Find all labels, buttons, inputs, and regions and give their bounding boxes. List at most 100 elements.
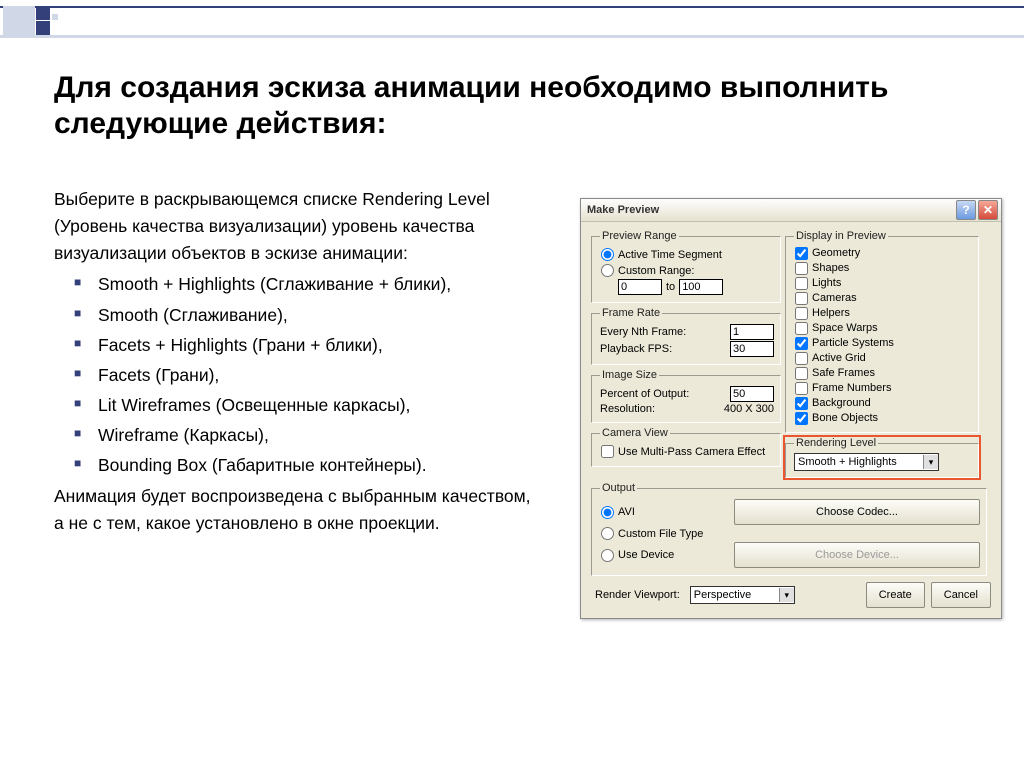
display-item: Helpers: [794, 306, 972, 321]
display-group: Display in Preview GeometryShapesLightsC…: [785, 230, 979, 433]
image-size-legend: Image Size: [600, 369, 659, 381]
intro-text: Выберите в раскрывающемся списке Renderi…: [54, 189, 490, 263]
display-item-label: Space Warps: [812, 321, 878, 336]
avi-label: AVI: [618, 506, 635, 518]
display-item: Space Warps: [794, 321, 972, 336]
display-item-label: Shapes: [812, 261, 849, 276]
display-item: Active Grid: [794, 351, 972, 366]
image-size-group: Image Size Percent of Output: Resolution…: [591, 369, 781, 423]
fps-input[interactable]: [730, 341, 774, 357]
camera-view-legend: Camera View: [600, 427, 670, 439]
display-checkbox[interactable]: [795, 397, 808, 410]
display-item-label: Particle Systems: [812, 336, 894, 351]
bullet-list: Smooth + Highlights (Сглаживание + блики…: [54, 271, 544, 479]
display-item-label: Background: [812, 396, 871, 411]
display-checkbox[interactable]: [795, 307, 808, 320]
bullet-item: Smooth + Highlights (Сглаживание + блики…: [54, 271, 544, 298]
body-text: Выберите в раскрывающемся списке Renderi…: [54, 186, 544, 542]
outro-text: Анимация будет воспроизведена с выбранны…: [54, 483, 544, 537]
display-item: Shapes: [794, 261, 972, 276]
create-button[interactable]: Create: [866, 582, 925, 608]
display-item: Frame Numbers: [794, 381, 972, 396]
camera-view-group: Camera View Use Multi-Pass Camera Effect: [591, 427, 781, 467]
display-item-label: Lights: [812, 276, 841, 291]
bullet-item: Bounding Box (Габаритные контейнеры).: [54, 452, 544, 479]
nth-input[interactable]: [730, 324, 774, 340]
choose-device-button[interactable]: Choose Device...: [734, 542, 980, 568]
percent-input[interactable]: [730, 386, 774, 402]
display-checkbox[interactable]: [795, 262, 808, 275]
viewport-label: Render Viewport:: [595, 589, 680, 601]
help-icon[interactable]: ?: [956, 200, 976, 220]
bullet-item: Wireframe (Каркасы),: [54, 422, 544, 449]
close-icon[interactable]: ✕: [978, 200, 998, 220]
display-item-label: Bone Objects: [812, 411, 878, 426]
bullet-item: Facets (Грани),: [54, 362, 544, 389]
res-label: Resolution:: [600, 403, 655, 415]
range-from-input[interactable]: [618, 279, 662, 295]
fps-label: Playback FPS:: [600, 343, 672, 355]
range-to-label: to: [666, 281, 675, 293]
multipass-label: Use Multi-Pass Camera Effect: [618, 446, 765, 458]
display-item-label: Cameras: [812, 291, 857, 306]
chevron-down-icon: ▾: [923, 455, 938, 469]
slide-decor: [0, 0, 1024, 40]
cancel-button[interactable]: Cancel: [931, 582, 991, 608]
multipass-checkbox[interactable]: [601, 445, 614, 458]
output-legend: Output: [600, 482, 637, 494]
display-item-label: Frame Numbers: [812, 381, 891, 396]
display-checkbox[interactable]: [795, 412, 808, 425]
use-device-label: Use Device: [618, 549, 674, 561]
display-item: Geometry: [794, 246, 972, 261]
titlebar: Make Preview ? ✕: [581, 199, 1001, 222]
dialog-title: Make Preview: [587, 204, 954, 216]
use-device-radio[interactable]: [601, 549, 614, 562]
res-value: 400 X 300: [724, 403, 774, 415]
choose-codec-button[interactable]: Choose Codec...: [734, 499, 980, 525]
custom-file-radio[interactable]: [601, 527, 614, 540]
dialog-footer: Render Viewport: Perspective ▾ Create Ca…: [589, 578, 993, 616]
display-item: Bone Objects: [794, 411, 972, 426]
avi-radio[interactable]: [601, 506, 614, 519]
display-item: Lights: [794, 276, 972, 291]
display-checkbox[interactable]: [795, 277, 808, 290]
display-item: Particle Systems: [794, 336, 972, 351]
bullet-item: Facets + Highlights (Грани + блики),: [54, 332, 544, 359]
custom-range-label: Custom Range:: [618, 265, 694, 277]
display-checkbox[interactable]: [795, 322, 808, 335]
rendering-level-group: Rendering Level Smooth + Highlights ▾: [785, 437, 979, 478]
bullet-item: Lit Wireframes (Освещенные каркасы),: [54, 392, 544, 419]
custom-file-label: Custom File Type: [618, 528, 703, 540]
display-checkbox[interactable]: [795, 367, 808, 380]
make-preview-dialog: Make Preview ? ✕ Preview Range Active Ti…: [580, 198, 1002, 619]
rendering-level-value: Smooth + Highlights: [798, 456, 897, 468]
percent-label: Percent of Output:: [600, 388, 689, 400]
chevron-down-icon: ▾: [779, 588, 794, 602]
preview-range-legend: Preview Range: [600, 230, 679, 242]
rendering-level-legend: Rendering Level: [794, 437, 878, 449]
output-group: Output AVI Choose Codec... Custom File T…: [591, 482, 987, 576]
display-item-label: Helpers: [812, 306, 850, 321]
display-item: Cameras: [794, 291, 972, 306]
display-checkbox[interactable]: [795, 382, 808, 395]
slide-title: Для создания эскиза анимации необходимо …: [54, 70, 974, 142]
display-item-label: Safe Frames: [812, 366, 875, 381]
display-item: Safe Frames: [794, 366, 972, 381]
display-checkbox[interactable]: [795, 352, 808, 365]
viewport-dropdown[interactable]: Perspective ▾: [690, 586, 795, 604]
display-item: Background: [794, 396, 972, 411]
range-to-input[interactable]: [679, 279, 723, 295]
custom-range-radio[interactable]: [601, 264, 614, 277]
active-time-radio[interactable]: [601, 248, 614, 261]
display-item-label: Geometry: [812, 246, 860, 261]
display-checkbox[interactable]: [795, 337, 808, 350]
display-checkbox[interactable]: [795, 292, 808, 305]
preview-range-group: Preview Range Active Time Segment Custom…: [591, 230, 781, 303]
viewport-value: Perspective: [694, 589, 751, 601]
frame-rate-group: Frame Rate Every Nth Frame: Playback FPS…: [591, 307, 781, 365]
rendering-level-dropdown[interactable]: Smooth + Highlights ▾: [794, 453, 939, 471]
display-checkbox[interactable]: [795, 247, 808, 260]
bullet-item: Smooth (Сглаживание),: [54, 302, 544, 329]
frame-rate-legend: Frame Rate: [600, 307, 662, 319]
active-time-label: Active Time Segment: [618, 249, 722, 261]
